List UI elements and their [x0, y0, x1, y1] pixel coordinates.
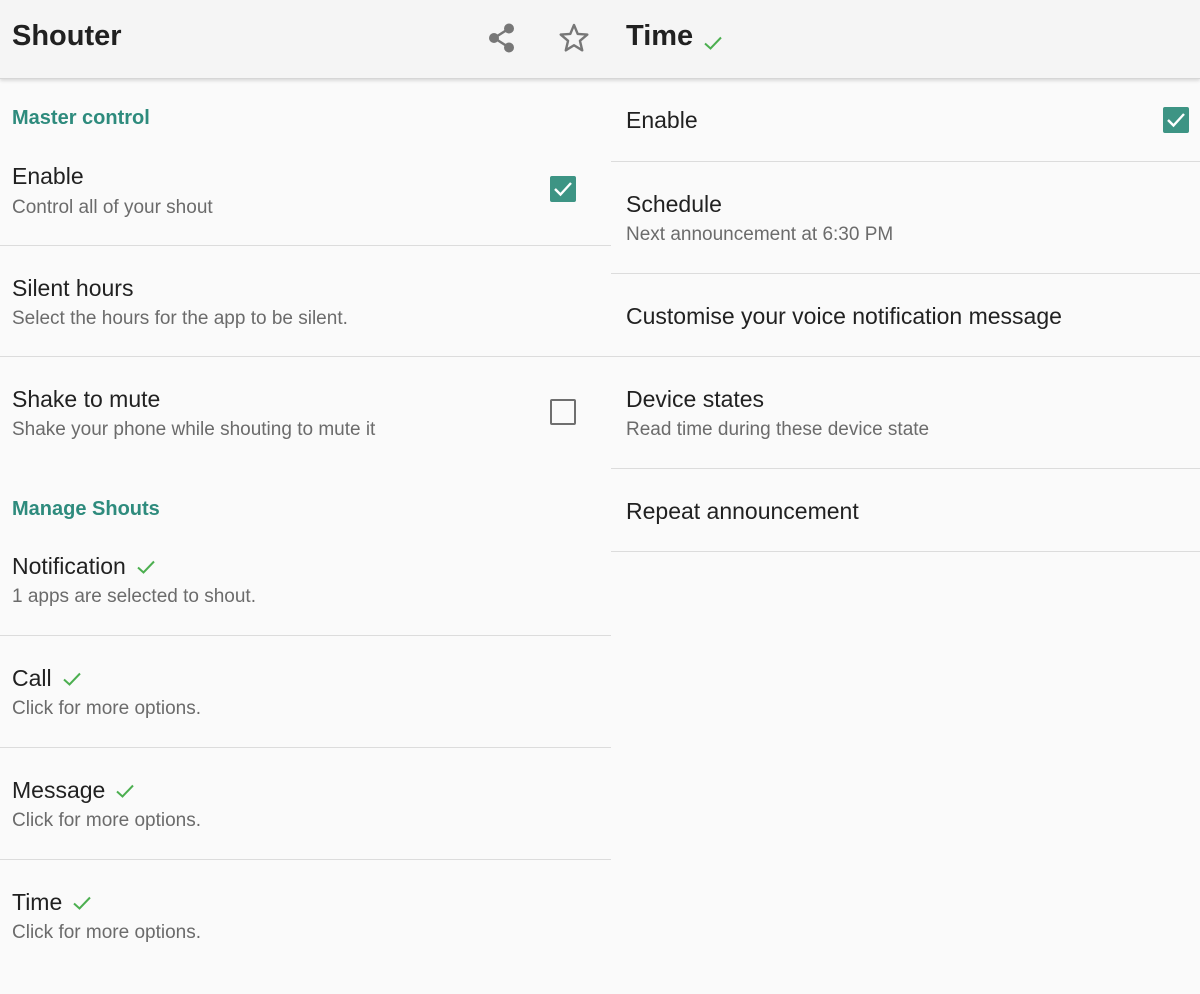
pref-shake-to-mute[interactable]: Shake to mute Shake your phone while sho…	[0, 357, 611, 457]
pref-summary: Click for more options.	[12, 922, 202, 943]
app-root: Shouter Time Master control Enable Contr…	[0, 0, 1200, 994]
detail-toolbar: Time	[611, 0, 1200, 78]
pref-summary: Click for more options.	[12, 810, 202, 831]
pref-title: Enable	[626, 107, 698, 133]
pref-device-states[interactable]: Device states Read time during these dev…	[611, 357, 1200, 469]
pref-time[interactable]: Time Click for more options.	[0, 860, 611, 970]
time-enable-checkbox[interactable]	[1163, 107, 1189, 133]
check-icon	[62, 672, 81, 686]
pref-silent-hours[interactable]: Silent hours Select the hours for the ap…	[0, 246, 611, 357]
pref-title: Repeat announcement	[626, 498, 859, 524]
main-toolbar: Shouter	[0, 0, 611, 78]
pref-call[interactable]: Call Click for more options.	[0, 636, 611, 748]
checkbox-check-icon	[554, 182, 572, 197]
pref-title: Shake to mute	[12, 386, 161, 412]
share-icon	[489, 23, 514, 53]
check-icon	[73, 896, 91, 910]
time-settings-list: Enable Schedule Next announcement at 6:3…	[611, 79, 1200, 994]
section-header-manage-shouts: Manage Shouts	[12, 498, 160, 520]
pref-title: Call	[12, 665, 82, 692]
pref-enable[interactable]: Enable Control all of your shout	[0, 147, 611, 246]
pref-title: Device states	[626, 386, 765, 412]
detail-title: Time	[626, 20, 694, 52]
detail-title-group: Time	[626, 20, 723, 53]
pref-summary: Select the hours for the app to be silen…	[12, 308, 348, 329]
pref-message[interactable]: Message Click for more options.	[0, 748, 611, 860]
pref-notification[interactable]: Notification 1 apps are selected to shou…	[0, 537, 611, 636]
check-icon	[137, 560, 155, 574]
shake-to-mute-checkbox[interactable]	[550, 399, 576, 425]
pref-title: Time	[12, 889, 92, 916]
star-outline-icon	[559, 23, 589, 52]
pref-title-text: Time	[12, 889, 63, 915]
pref-summary: Read time during these device state	[626, 419, 930, 440]
pref-title: Silent hours	[12, 275, 134, 301]
app-bar: Shouter Time	[0, 0, 1200, 79]
favorite-button[interactable]	[554, 18, 594, 58]
pref-summary: Next announcement at 6:30 PM	[626, 224, 894, 245]
pref-title-text: Notification	[12, 553, 126, 579]
section-header-master-control: Master control	[12, 107, 150, 129]
pref-title: Notification	[12, 553, 156, 580]
app-title: Shouter	[12, 20, 122, 52]
pref-repeat-announcement[interactable]: Repeat announcement	[611, 469, 1200, 552]
settings-list: Master control Enable Control all of you…	[0, 79, 611, 994]
checkbox-check-icon	[1167, 113, 1185, 128]
pref-title: Enable	[12, 163, 84, 189]
pref-title-text: Message	[12, 777, 106, 803]
pref-title-text: Call	[12, 665, 52, 691]
pref-title: Message	[12, 777, 135, 804]
pref-schedule[interactable]: Schedule Next announcement at 6:30 PM	[611, 162, 1200, 274]
pref-title: Schedule	[626, 191, 722, 217]
pref-summary: Control all of your shout	[12, 197, 213, 218]
enable-checkbox[interactable]	[550, 176, 576, 202]
pref-time-enable[interactable]: Enable	[611, 79, 1200, 162]
pref-customise-message[interactable]: Customise your voice notification messag…	[611, 274, 1200, 357]
pref-title: Customise your voice notification messag…	[626, 303, 1062, 329]
share-button[interactable]	[482, 18, 522, 58]
pref-summary: 1 apps are selected to shout.	[12, 586, 256, 607]
check-icon	[704, 36, 722, 50]
check-icon	[116, 784, 135, 798]
pref-summary: Click for more options.	[12, 698, 202, 719]
pref-summary: Shake your phone while shouting to mute …	[12, 419, 376, 440]
